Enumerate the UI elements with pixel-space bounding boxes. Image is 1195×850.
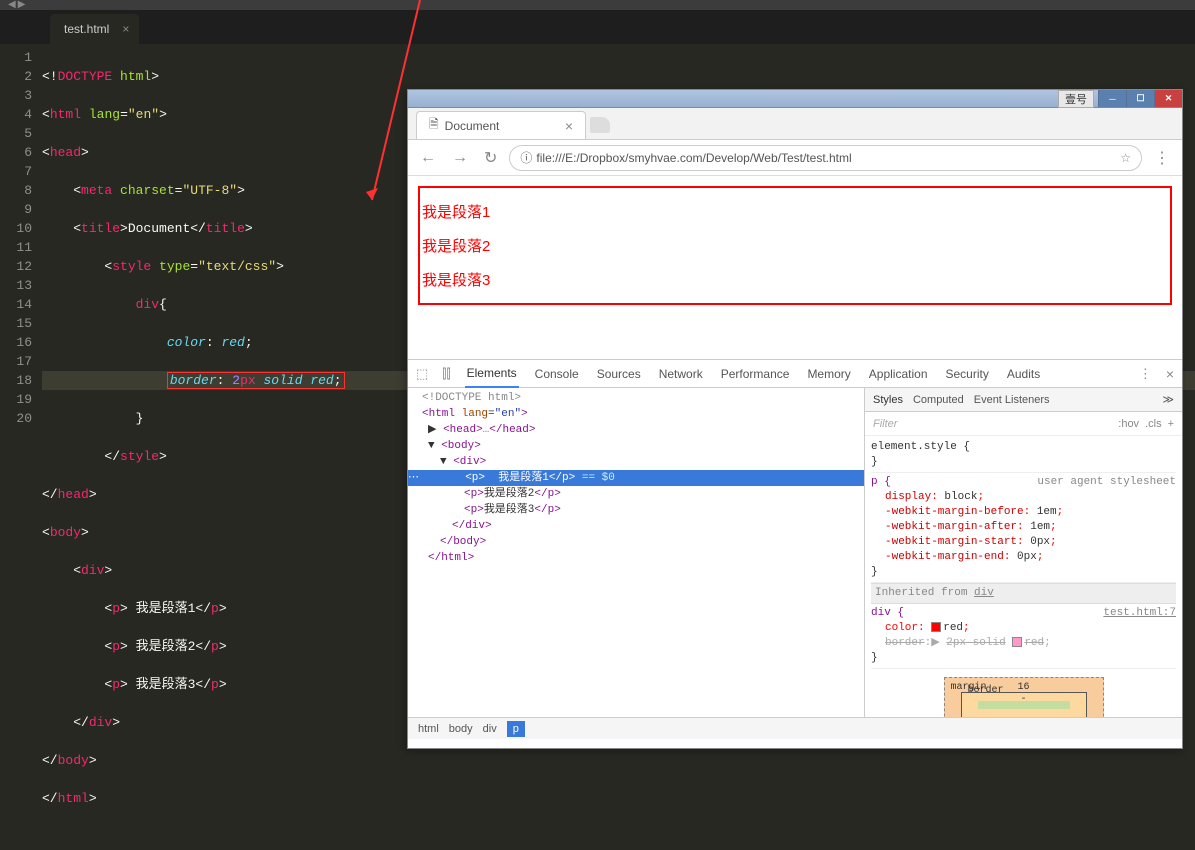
tab-network[interactable]: Network [657,361,705,387]
minimize-button[interactable]: ─ [1098,90,1126,107]
window-titlebar[interactable]: 壹号 ─ ☐ ✕ [408,90,1182,108]
tab-application[interactable]: Application [867,361,930,387]
devtools-close-icon[interactable]: × [1166,366,1174,382]
add-rule-button[interactable]: + [1168,418,1174,430]
elements-tree[interactable]: <!DOCTYPE html> <html lang="en"> ▶ <head… [408,388,864,717]
reload-icon[interactable]: ↻ [480,148,501,168]
editor-top-bar: ◀ ▶ [0,0,1195,10]
source-link[interactable]: test.html:7 [1103,606,1176,621]
more-tabs-icon[interactable]: ≫ [1162,393,1174,406]
titlebar-badge: 壹号 [1058,90,1094,108]
content-div: 我是段落1 我是段落2 我是段落3 [418,186,1172,305]
breadcrumb-item[interactable]: body [449,723,473,735]
tab-label: test.html [64,22,109,36]
file-icon: 🗎 [429,115,439,136]
back-icon[interactable]: ← [416,149,440,167]
selected-element[interactable]: ⋯ <p> 我是段落1</p> == $0 [408,470,864,486]
browser-tab[interactable]: 🗎 Document × [416,111,586,139]
elements-breadcrumb: html body div p [408,717,1182,739]
address-bar[interactable]: ⓘ file:///E:/Dropbox/smyhvae.com/Develop… [509,145,1142,171]
box-model: 16 - [944,677,1104,717]
paragraph: 我是段落2 [422,235,1168,256]
styles-pane: Styles Computed Event Listeners ≫ Filter… [864,388,1182,717]
nav-fwd-icon[interactable]: ▶ [18,0,26,11]
devtools-header: ⬚ ⫿⫿ Elements Console Sources Network Pe… [408,360,1182,388]
device-icon[interactable]: ⫿⫿ [442,366,450,382]
tab-security[interactable]: Security [944,361,991,387]
paragraph: 我是段落1 [422,201,1168,222]
browser-viewport: 我是段落1 我是段落2 我是段落3 [408,176,1182,359]
info-icon[interactable]: ⓘ [520,149,532,166]
editor-tabs: test.html × [0,10,1195,44]
tab-event-listeners[interactable]: Event Listeners [974,394,1050,406]
inherited-label: Inherited from div [871,583,1176,604]
tab-elements[interactable]: Elements [465,360,519,388]
tab-performance[interactable]: Performance [719,361,792,387]
forward-icon[interactable]: → [448,149,472,167]
tab-memory[interactable]: Memory [805,361,852,387]
cls-button[interactable]: .cls [1145,418,1162,430]
line-gutter: 1234567891011121314151617181920 [0,44,42,850]
paragraph: 我是段落3 [422,269,1168,290]
more-icon[interactable]: ⋮ [1139,366,1152,382]
maximize-button[interactable]: ☐ [1126,90,1154,107]
hov-button[interactable]: :hov [1118,418,1139,430]
new-tab-button[interactable] [590,117,610,133]
window-close-button[interactable]: ✕ [1154,90,1182,107]
tab-sources[interactable]: Sources [595,361,643,387]
tab-styles[interactable]: Styles [873,394,903,406]
tab-close-icon[interactable]: × [565,118,573,134]
menu-icon[interactable]: ⋮ [1150,148,1174,168]
url-text: file:///E:/Dropbox/smyhvae.com/Develop/W… [536,151,851,165]
breadcrumb-item[interactable]: p [507,721,525,737]
browser-tab-title: Document [445,119,500,133]
styles-filter[interactable]: Filter :hov .cls + [865,412,1182,436]
browser-window: 壹号 ─ ☐ ✕ 🗎 Document × ← → ↻ ⓘ file:///E:… [407,89,1183,749]
styles-rules[interactable]: element.style { } p {user agent styleshe… [865,436,1182,717]
editor-tab[interactable]: test.html × [50,14,139,44]
browser-toolbar: ← → ↻ ⓘ file:///E:/Dropbox/smyhvae.com/D… [408,140,1182,176]
tab-computed[interactable]: Computed [913,394,964,406]
devtools-panel: ⬚ ⫿⫿ Elements Console Sources Network Pe… [408,359,1182,739]
tab-audits[interactable]: Audits [1005,361,1042,387]
tab-close-icon[interactable]: × [122,22,129,36]
nav-back-icon[interactable]: ◀ [8,0,16,11]
browser-tabs: 🗎 Document × [408,108,1182,140]
breadcrumb-item[interactable]: html [418,723,439,735]
tab-console[interactable]: Console [533,361,581,387]
bookmark-icon[interactable]: ☆ [1120,151,1131,165]
inspect-icon[interactable]: ⬚ [416,366,428,382]
styles-tabs: Styles Computed Event Listeners ≫ [865,388,1182,412]
breadcrumb-item[interactable]: div [483,723,497,735]
